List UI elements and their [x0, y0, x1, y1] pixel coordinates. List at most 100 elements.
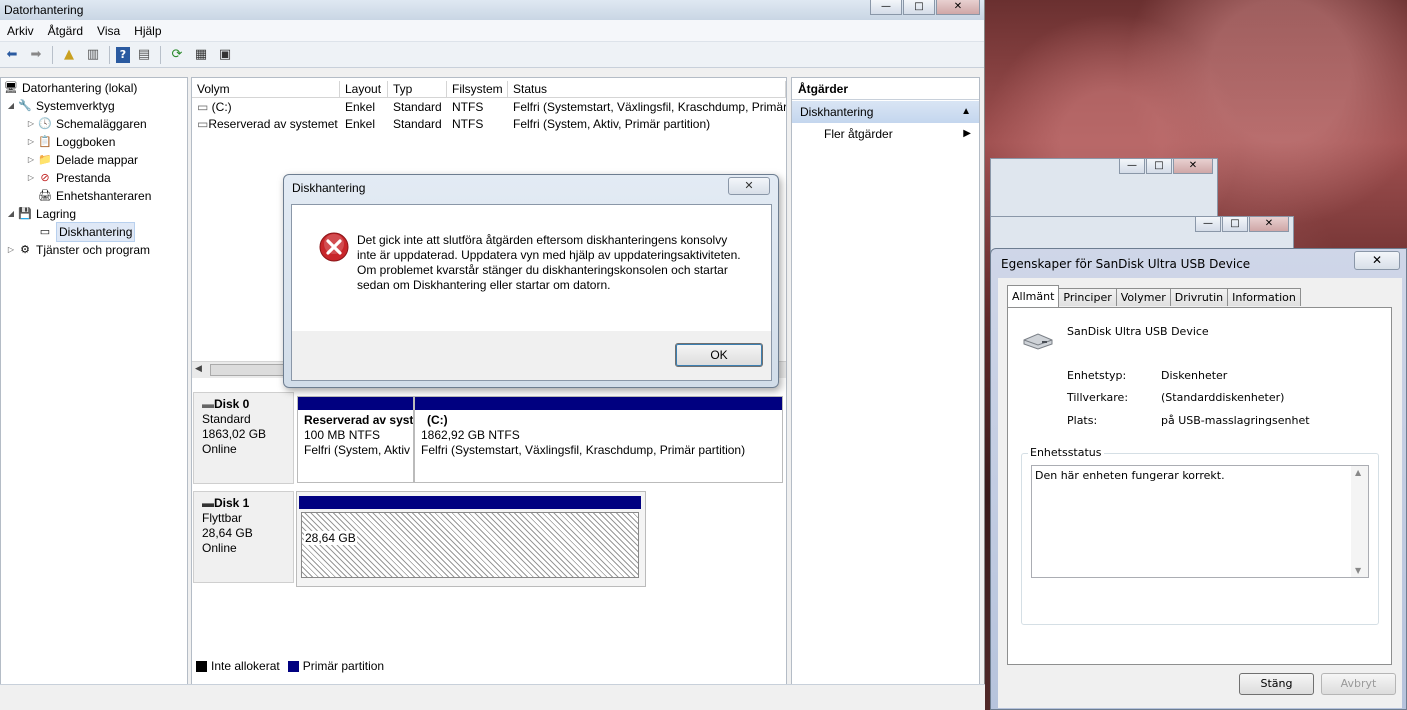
tab-drivrutin[interactable]: Drivrutin: [1169, 288, 1229, 306]
expand-icon[interactable]: ▷: [25, 169, 37, 187]
menu-visa[interactable]: Visa: [90, 20, 127, 41]
close-icon[interactable]: ✕: [936, 0, 980, 15]
action-more-actions[interactable]: Fler åtgärder ▶: [792, 123, 979, 145]
collapse-icon[interactable]: ◢: [5, 205, 17, 223]
show-hide-tree-icon[interactable]: ▥: [83, 45, 103, 65]
collapse-icon[interactable]: ▲: [961, 101, 971, 123]
minimize-icon[interactable]: —: [870, 0, 902, 15]
dialog-title: Egenskaper för SanDisk Ultra USB Device: [1001, 257, 1251, 271]
expand-icon[interactable]: ▷: [25, 151, 37, 169]
cancel-button[interactable]: Avbryt: [1321, 673, 1396, 695]
column-header[interactable]: Typ: [388, 81, 447, 97]
tree-item-label: Delade mappar: [56, 153, 139, 167]
tree-item-loggboken[interactable]: ▷ 📋 Loggboken: [1, 133, 187, 151]
status-cell: Felfri (System, Aktiv, Primär partition): [513, 117, 711, 131]
partition-fill: 28,64 GB: [301, 512, 639, 578]
shared-folder-icon: 📁: [38, 154, 52, 166]
table-row[interactable]: ▭Reserverad av systemet Enkel Standard N…: [192, 116, 786, 133]
expand-icon[interactable]: ▷: [25, 115, 37, 133]
tree-item-diskhantering[interactable]: ▭ Diskhantering: [1, 222, 187, 242]
partition-c[interactable]: (C:) 1862,92 GB NTFS Felfri (Systemstart…: [414, 396, 783, 483]
property-label: Tillverkare:: [1067, 391, 1129, 404]
scroll-up-icon[interactable]: ▲: [1355, 468, 1361, 477]
maximize-icon[interactable]: □: [1146, 159, 1172, 174]
tree-item-tjanster[interactable]: ▷ ⚙ Tjänster och program: [1, 241, 187, 259]
device-status-textbox[interactable]: Den här enheten fungerar korrekt. ▲ ▼: [1031, 465, 1369, 578]
dialog-content: Allmänt Principer Volymer Drivrutin Info…: [998, 278, 1402, 708]
back-arrow-icon[interactable]: ⬅: [2, 45, 22, 65]
collapse-icon[interactable]: ◢: [5, 97, 17, 115]
column-header[interactable]: Filsystem: [447, 81, 508, 97]
primary-partition-bar: [298, 397, 413, 410]
menu-atgard[interactable]: Åtgärd: [41, 20, 90, 41]
column-header[interactable]: Volym: [192, 81, 340, 97]
disk-name: Disk 0: [214, 397, 250, 411]
property-value: Diskenheter: [1161, 369, 1228, 382]
tab-allmant[interactable]: Allmänt: [1007, 285, 1060, 307]
tab-information[interactable]: Information: [1227, 288, 1301, 306]
actions-section-diskhantering[interactable]: Diskhantering ▲: [792, 101, 979, 123]
tree-item-lagring[interactable]: ◢ 💾 Lagring: [1, 205, 187, 223]
primary-partition-bar: [299, 496, 641, 509]
error-message: Det gick inte att slutföra åtgärden efte…: [357, 233, 741, 292]
minimize-icon[interactable]: —: [1195, 217, 1221, 232]
close-icon[interactable]: ✕: [1354, 251, 1400, 270]
dialog-footer: OK: [292, 331, 771, 380]
tab-volymer[interactable]: Volymer: [1115, 288, 1171, 306]
expand-icon[interactable]: ▷: [5, 241, 17, 259]
scroll-left-icon[interactable]: ◀: [195, 364, 202, 374]
maximize-icon[interactable]: □: [1222, 217, 1248, 232]
menu-hjalp[interactable]: Hjälp: [127, 20, 168, 41]
table-row[interactable]: ▭ (C:) Enkel Standard NTFS Felfri (Syste…: [192, 99, 786, 116]
partition-usb[interactable]: 28,64 GB: [296, 491, 646, 587]
tree-item-label: Prestanda: [56, 171, 111, 185]
legend-label: Primär partition: [302, 659, 385, 673]
scrollbar-thumb[interactable]: [210, 364, 290, 376]
up-folder-icon[interactable]: ▲: [59, 45, 79, 65]
type-cell: Standard: [393, 100, 442, 114]
navigation-tree: 🖥 Datorhantering (lokal) ◢ 🔧 Systemverkt…: [0, 77, 188, 707]
group-label: Enhetsstatus: [1028, 446, 1104, 459]
export-icon[interactable]: ▣: [215, 45, 235, 65]
layout-cell: Enkel: [345, 117, 376, 131]
window-title: Datorhantering: [4, 3, 84, 17]
column-header[interactable]: Layout: [340, 81, 388, 97]
menu-arkiv[interactable]: Arkiv: [0, 20, 41, 41]
tree-item-enhetshanteraren[interactable]: 🖨 Enhetshanteraren: [1, 187, 187, 205]
tab-principer[interactable]: Principer: [1058, 288, 1117, 306]
tree-item-delade-mappar[interactable]: ▷ 📁 Delade mappar: [1, 151, 187, 169]
title-bar[interactable]: Datorhantering — □ ✕: [0, 0, 984, 20]
partition-size: 100 MB NTFS: [304, 428, 381, 442]
partition-status: Felfri (System, Aktiv: [304, 443, 411, 457]
close-button[interactable]: Stäng: [1239, 673, 1314, 695]
partition-reserved[interactable]: Reserverad av syst 100 MB NTFS Felfri (S…: [297, 396, 414, 483]
maximize-icon[interactable]: □: [903, 0, 935, 15]
tree-item-root[interactable]: 🖥 Datorhantering (lokal): [1, 79, 187, 97]
minimize-icon[interactable]: —: [1119, 159, 1145, 174]
tree-item-systemverktyg[interactable]: ◢ 🔧 Systemverktyg: [1, 97, 187, 115]
show-hide-action-icon[interactable]: ▤: [134, 45, 154, 65]
services-icon: ⚙: [20, 244, 30, 256]
toolbar-divider: [52, 45, 53, 64]
scroll-down-icon[interactable]: ▼: [1355, 566, 1361, 575]
disk-0-label[interactable]: ▬Disk 0 Standard 1863,02 GB Online: [193, 392, 294, 484]
refresh-icon[interactable]: ⟳: [167, 45, 187, 65]
volume-cell: ▭ (C:): [192, 99, 340, 116]
close-icon[interactable]: ✕: [1173, 159, 1213, 174]
tree-item-prestanda[interactable]: ▷ ⊘ Prestanda: [1, 169, 187, 187]
close-icon[interactable]: ✕: [1249, 217, 1289, 232]
help-icon[interactable]: ?: [116, 46, 130, 63]
tree-item-schemalaggaren[interactable]: ▷ 🕓 Schemaläggaren: [1, 115, 187, 133]
close-icon[interactable]: ✕: [728, 177, 770, 195]
device-status-text: Den här enheten fungerar korrekt.: [1035, 469, 1225, 482]
vertical-scrollbar[interactable]: ▲ ▼: [1351, 466, 1368, 577]
ok-button[interactable]: OK: [675, 343, 763, 367]
tree-item-label: Lagring: [36, 207, 77, 221]
expand-icon[interactable]: ▷: [25, 133, 37, 151]
forward-arrow-icon[interactable]: ➡: [26, 45, 46, 65]
properties-icon[interactable]: ▦: [191, 45, 211, 65]
disk-1-label[interactable]: ▬Disk 1 Flyttbar 28,64 GB Online: [193, 491, 294, 583]
error-icon: [319, 232, 349, 262]
column-header[interactable]: Status: [508, 81, 786, 97]
background-window-1[interactable]: — □ ✕: [990, 158, 1218, 218]
